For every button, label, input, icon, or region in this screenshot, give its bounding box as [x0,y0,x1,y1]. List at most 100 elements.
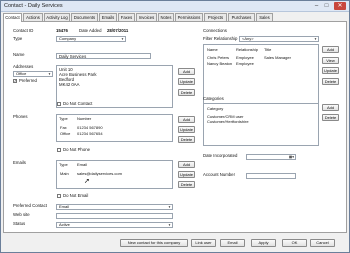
bottom-bar: New contact for this company Link user E… [3,234,347,252]
date-added-label: Date Added [79,28,102,33]
emails-label: Emails [13,160,26,165]
type-label: Type [13,36,23,41]
chevron-down-icon: ▼ [168,223,171,227]
connection-relationship-header: Relationship [236,47,259,52]
connections-title: Connections [203,28,227,33]
connection-relationship-cell: Employee [236,55,254,60]
phone-type-cell: Fax [60,125,67,130]
addresses-label: Addresses [13,64,34,69]
contact-panel: Contact ID 15476 Date Added 28/07/2011 T… [3,21,347,233]
phone-type-cell: Office [60,131,71,136]
tab-permissions[interactable]: Permissions [175,13,203,21]
do-not-contact-label: Do Not Contact [63,101,93,106]
apply-button[interactable]: Apply [251,239,276,247]
address-type-value: Office [16,71,27,76]
tab-emails[interactable]: Emails [99,13,117,21]
name-label: Name [13,52,25,57]
category-add-button[interactable]: Add [322,104,339,111]
address-update-button[interactable]: Update [178,78,195,85]
calendar-icon[interactable]: ▦▾ [289,155,294,159]
chevron-down-icon: ▼ [314,37,317,41]
ok-button[interactable]: OK [282,239,307,247]
website-field[interactable] [56,213,173,219]
contact-window: Contact - Daily Services – □ ✕ Contact A… [0,0,350,253]
tab-contact[interactable]: Contact [3,13,22,22]
close-button[interactable]: ✕ [334,2,346,10]
chevron-down-icon: ▼ [121,37,124,41]
do-not-contact-checkbox[interactable] [57,102,61,106]
preferred-contact-select[interactable]: Email ▼ [56,204,173,210]
connection-relationship-cell: Employee [236,61,254,66]
status-value: Active [59,222,70,227]
address-type-select[interactable]: Office ▼ [13,71,53,77]
chevron-down-icon: ▼ [48,72,51,76]
categories-grid[interactable]: Category Customer/CRM user Customer/Hert… [203,103,319,146]
category-header: Category [207,106,224,111]
preferred-label: Preferred [19,78,37,83]
chevron-down-icon: ▼ [168,205,171,209]
email-address-header: Email [77,162,88,167]
email-button[interactable]: Email [220,239,245,247]
category-delete-button[interactable]: Delete [322,114,339,121]
mouse-cursor-icon: ➚ [84,178,90,185]
address-line-4: MK42 0AA [59,82,80,87]
emails-grid[interactable]: Type Email Main sales@dailyservices.com … [56,160,173,189]
tab-activity-log[interactable]: Activity Log [44,13,70,21]
preferred-contact-label: Preferred Contact [13,203,47,208]
phone-number-cell: 01234 567654 [77,131,103,136]
connection-view-button[interactable]: View [322,57,339,64]
connection-name-header: Name [207,47,218,52]
date-incorporated-label: Date Incorporated [203,153,238,158]
contact-id-value: 15476 [56,28,68,33]
link-user-button[interactable]: Link user [191,239,216,247]
do-not-phone-checkbox[interactable] [57,148,61,152]
tab-projects[interactable]: Projects [204,13,227,21]
connection-delete-button[interactable]: Delete [322,78,339,85]
preferred-checkbox[interactable]: ✓ [13,79,17,83]
window-title: Contact - Daily Services [4,3,63,9]
filter-relationship-select[interactable]: <Any> ▼ [239,36,319,42]
email-address-cell: sales@dailyservices.com [77,171,122,176]
phone-add-button[interactable]: Add [178,116,195,123]
phone-delete-button[interactable]: Delete [178,136,195,143]
title-bar[interactable]: Contact - Daily Services – □ ✕ [1,1,349,12]
name-field-value: Daily Services [59,54,87,59]
connection-update-button[interactable]: Update [322,67,339,74]
connection-add-button[interactable]: Add [322,46,339,53]
cancel-button[interactable]: Cancel [310,239,335,247]
email-update-button[interactable]: Update [178,171,195,178]
tab-notes[interactable]: Notes [158,13,174,21]
phone-number-header: Number [77,116,92,121]
date-added-value: 28/07/2011 [107,28,129,33]
phone-update-button[interactable]: Update [178,126,195,133]
phones-grid[interactable]: Type Number Fax 01234 567890 Office 0123… [56,114,173,142]
date-incorporated-field[interactable]: ▦▾ [246,154,296,160]
email-type-cell: Main [60,171,69,176]
tab-actions[interactable]: Actions [23,13,43,21]
address-add-button[interactable]: Add [178,68,195,75]
maximize-button[interactable]: □ [322,2,331,10]
website-label: Web site [13,212,30,217]
do-not-email-checkbox[interactable] [57,194,61,198]
tab-purchases[interactable]: Purchases [228,13,255,21]
email-delete-button[interactable]: Delete [178,181,195,188]
email-add-button[interactable]: Add [178,161,195,168]
connection-name-cell: Chris Peters [207,55,230,60]
type-select-value: Company [59,36,77,41]
phone-type-header: Type [59,116,68,121]
status-select[interactable]: Active ▼ [56,222,173,228]
type-select[interactable]: Company ▼ [56,36,126,42]
minimize-button[interactable]: – [312,2,321,10]
tab-sales[interactable]: Sales [256,13,273,21]
tab-faxes[interactable]: Faxes [118,13,135,21]
account-number-field[interactable] [246,173,296,179]
tab-documents[interactable]: Documents [71,13,98,21]
tab-invoices[interactable]: Invoices [136,13,157,21]
name-field[interactable]: Daily Services [56,53,151,59]
address-delete-button[interactable]: Delete [178,89,195,96]
filter-relationship-label: Filter Relationship [203,36,238,41]
status-label: Status [13,221,26,226]
category-cell: Customer/Hertfordshire [207,119,249,124]
new-contact-for-company-button[interactable]: New contact for this company [120,239,188,247]
filter-relationship-value: <Any> [242,36,254,41]
